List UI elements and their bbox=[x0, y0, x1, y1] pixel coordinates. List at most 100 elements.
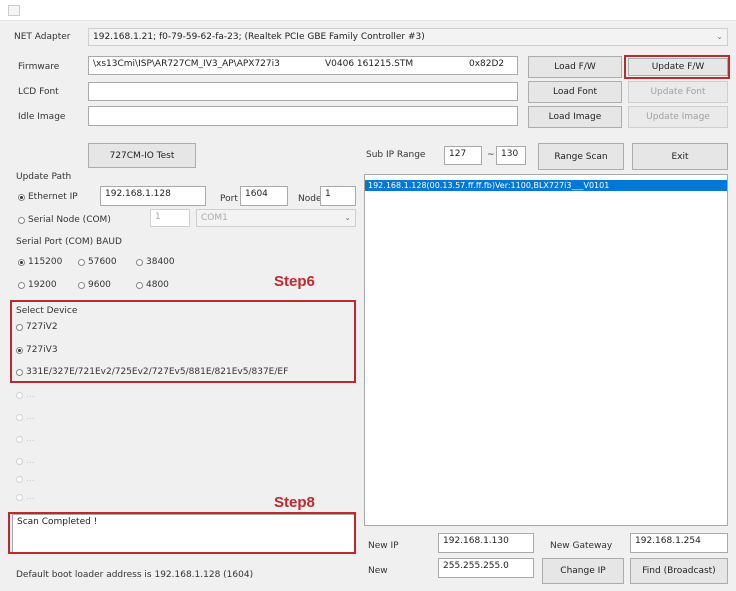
com-value: COM1 bbox=[201, 213, 228, 223]
new-mask-field[interactable]: 255.255.255.0 bbox=[438, 558, 534, 578]
radio-dot bbox=[16, 346, 23, 354]
io-test-button[interactable]: 727CM-IO Test bbox=[88, 143, 196, 168]
baud-19200-radio[interactable]: 19200 bbox=[18, 280, 57, 290]
radio-dot bbox=[78, 258, 85, 266]
device-list[interactable]: 192.168.1.128(00.13.57.ff.ff.fb)Ver:1100… bbox=[364, 174, 728, 526]
device-option-label: ... bbox=[26, 390, 35, 400]
port-label: Port bbox=[220, 194, 238, 204]
device-option-label: ... bbox=[26, 474, 35, 484]
lcd-font-label: LCD Font bbox=[18, 87, 59, 97]
lcd-font-field[interactable] bbox=[88, 82, 518, 101]
new-ip-field[interactable]: 192.168.1.130 bbox=[438, 533, 534, 553]
device-disabled-radio: ... bbox=[16, 456, 35, 466]
serial-node-radio[interactable]: Serial Node (COM) bbox=[18, 215, 111, 225]
ethernet-ip-label: Ethernet IP bbox=[28, 192, 78, 202]
baud-option-label: 19200 bbox=[28, 280, 57, 290]
update-path-label: Update Path bbox=[16, 172, 72, 182]
device-727iv3-radio[interactable]: 727iV3 bbox=[16, 345, 58, 355]
baud-option-label: 9600 bbox=[88, 280, 111, 290]
radio-dot bbox=[16, 493, 23, 501]
device-option-label: ... bbox=[26, 412, 35, 422]
radio-dot bbox=[16, 413, 23, 421]
device-disabled-radio: ... bbox=[16, 390, 35, 400]
radio-dot bbox=[16, 323, 23, 331]
idle-image-field[interactable] bbox=[88, 106, 518, 126]
firmware-checksum: 0x82D2 bbox=[469, 59, 505, 69]
baud-38400-radio[interactable]: 38400 bbox=[136, 257, 175, 267]
new-gateway-field[interactable]: 192.168.1.254 bbox=[630, 533, 728, 553]
device-disabled-radio: ... bbox=[16, 492, 35, 502]
baud-115200-radio[interactable]: 115200 bbox=[18, 257, 62, 267]
port-field[interactable]: 1604 bbox=[240, 186, 288, 206]
device-option-label: ... bbox=[26, 434, 35, 444]
device-727iv2-radio[interactable]: 727iV2 bbox=[16, 322, 58, 332]
baud-57600-radio[interactable]: 57600 bbox=[78, 257, 117, 267]
radio-dot bbox=[16, 368, 23, 376]
net-adapter-select[interactable]: 192.168.1.21; f0-79-59-62-fa-23; (Realte… bbox=[88, 28, 728, 46]
baud-9600-radio[interactable]: 9600 bbox=[78, 280, 111, 290]
load-image-button[interactable]: Load Image bbox=[528, 106, 622, 128]
select-device-label: Select Device bbox=[16, 306, 78, 316]
sub-ip-range-separator: ~ bbox=[487, 150, 495, 160]
radio-dot bbox=[16, 435, 23, 443]
exit-button[interactable]: Exit bbox=[632, 143, 728, 170]
device-option-label: 727iV3 bbox=[26, 345, 58, 355]
baud-4800-radio[interactable]: 4800 bbox=[136, 280, 169, 290]
ethernet-ip-field[interactable]: 192.168.1.128 bbox=[100, 186, 206, 206]
radio-dot bbox=[18, 258, 25, 266]
firmware-path-field[interactable]: \xs13Cmi\ISP\AR727CM_IV3_AP\APX727i3 V04… bbox=[88, 56, 518, 75]
update-font-button[interactable]: Update Font bbox=[628, 81, 728, 103]
app-icon bbox=[8, 5, 20, 16]
device-disabled-radio: ... bbox=[16, 474, 35, 484]
new-ip-label: New IP bbox=[368, 541, 399, 551]
title-bar bbox=[0, 0, 736, 21]
chevron-down-icon: ⌄ bbox=[344, 213, 351, 222]
step8-annotation: Step8 bbox=[274, 494, 315, 511]
device-disabled-radio: ... bbox=[16, 434, 35, 444]
new-mask-label: New bbox=[368, 566, 388, 576]
change-ip-button[interactable]: Change IP bbox=[542, 558, 624, 584]
ethernet-ip-radio[interactable]: Ethernet IP bbox=[18, 192, 78, 202]
baud-option-label: 115200 bbox=[28, 257, 63, 267]
sub-ip-to-field[interactable]: 130 bbox=[496, 146, 526, 165]
serial-node-field[interactable]: 1 bbox=[150, 209, 190, 227]
list-item[interactable]: 192.168.1.128(00.13.57.ff.ff.fb)Ver:1100… bbox=[365, 180, 727, 191]
radio-dot bbox=[78, 281, 85, 289]
update-image-button[interactable]: Update Image bbox=[628, 106, 728, 128]
device-option-label: ... bbox=[26, 492, 35, 502]
new-gateway-label: New Gateway bbox=[550, 541, 613, 551]
device-option-label: 727iV2 bbox=[26, 322, 58, 332]
radio-dot bbox=[18, 281, 25, 289]
status-highlight bbox=[8, 512, 356, 554]
idle-image-label: Idle Image bbox=[18, 112, 66, 122]
node-label: Node bbox=[298, 194, 322, 204]
sub-ip-from-field[interactable]: 127 bbox=[444, 146, 482, 165]
range-scan-button[interactable]: Range Scan bbox=[538, 143, 624, 170]
baud-option-label: 4800 bbox=[146, 280, 169, 290]
baud-option-label: 38400 bbox=[146, 257, 175, 267]
radio-dot bbox=[136, 281, 143, 289]
radio-dot bbox=[16, 391, 23, 399]
step6-annotation: Step6 bbox=[274, 273, 315, 290]
load-fw-button[interactable]: Load F/W bbox=[528, 56, 622, 78]
device-option-label: 331E/327E/721Ev2/725Ev2/727Ev5/881E/821E… bbox=[26, 367, 289, 377]
baud-option-label: 57600 bbox=[88, 257, 117, 267]
firmware-version: V0406 161215.STM bbox=[325, 59, 414, 69]
radio-dot bbox=[16, 457, 23, 465]
device-disabled-radio: ... bbox=[16, 412, 35, 422]
radio-dot bbox=[18, 216, 25, 224]
find-broadcast-button[interactable]: Find (Broadcast) bbox=[630, 558, 728, 584]
radio-dot bbox=[136, 258, 143, 266]
chevron-down-icon: ⌄ bbox=[716, 32, 723, 41]
load-font-button[interactable]: Load Font bbox=[528, 81, 622, 103]
device-331e-radio[interactable]: 331E/327E/721Ev2/725Ev2/727Ev5/881E/821E… bbox=[16, 367, 288, 377]
firmware-label: Firmware bbox=[18, 62, 60, 72]
com-select[interactable]: COM1 ⌄ bbox=[196, 209, 356, 227]
radio-dot bbox=[18, 193, 25, 201]
net-adapter-label: NET Adapter bbox=[14, 32, 71, 42]
serial-node-label: Serial Node (COM) bbox=[28, 215, 111, 225]
firmware-path: \xs13Cmi\ISP\AR727CM_IV3_AP\APX727i3 bbox=[93, 59, 280, 69]
node-field[interactable]: 1 bbox=[320, 186, 356, 206]
sub-ip-range-label: Sub IP Range bbox=[366, 150, 426, 160]
net-adapter-value: 192.168.1.21; f0-79-59-62-fa-23; (Realte… bbox=[93, 32, 425, 42]
